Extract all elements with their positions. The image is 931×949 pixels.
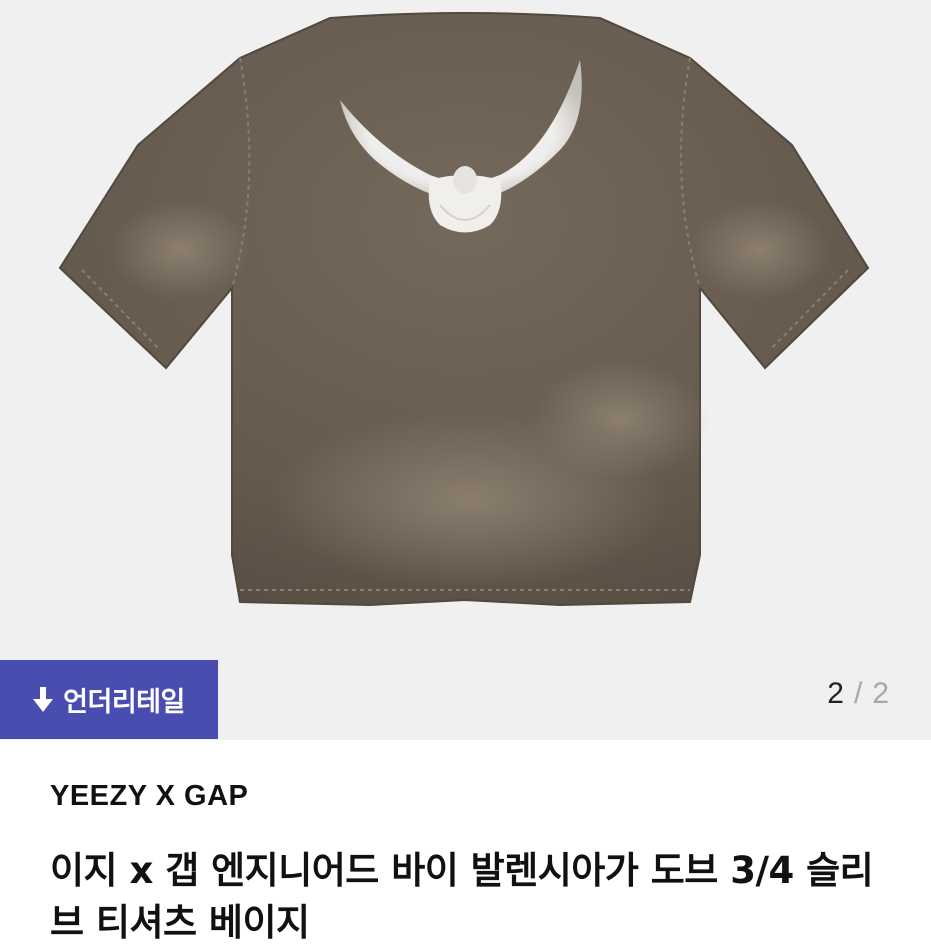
arrow-down-icon <box>33 686 54 713</box>
product-image <box>58 12 870 607</box>
product-title: 이지 x 갭 엔지니어드 바이 발렌시아가 도브 3/4 슬리브 티셔츠 베이지 <box>50 849 874 944</box>
product-image-gallery[interactable]: 언더리테일 2 / 2 <box>0 0 931 740</box>
counter-separator: / <box>853 677 863 710</box>
counter-current: 2 <box>827 677 844 710</box>
brand-badge-label: 언더리테일 <box>63 687 185 718</box>
image-counter: 2 / 2 <box>827 674 889 714</box>
brand-name-link[interactable]: YEEZY X GAP <box>50 780 248 813</box>
brand-badge-button[interactable]: 언더리테일 <box>0 660 218 739</box>
counter-total: 2 <box>872 677 889 710</box>
